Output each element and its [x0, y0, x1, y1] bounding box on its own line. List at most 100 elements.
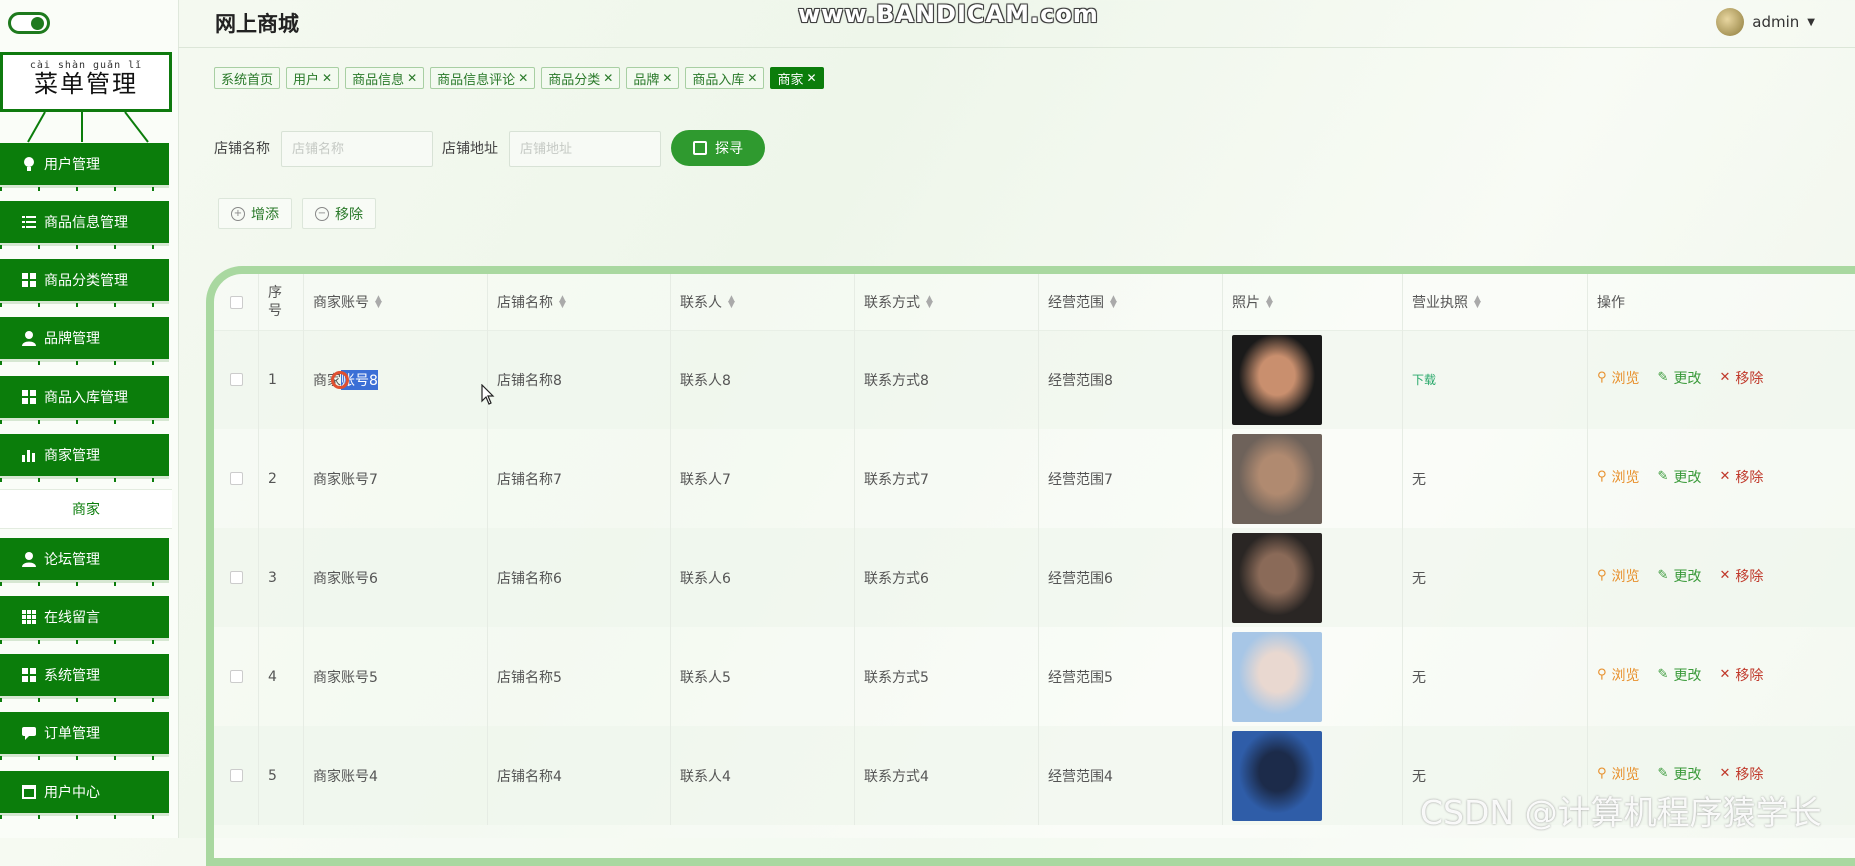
merchant-photo[interactable] — [1232, 532, 1322, 623]
row-number: 3 — [268, 569, 277, 586]
edit-button[interactable]: ✎ 更改 — [1658, 566, 1702, 586]
header-photo[interactable]: 照片 ▲ ▼ — [1223, 274, 1403, 330]
scope-text: 经营范围8 — [1048, 372, 1113, 389]
sidebar-item-7[interactable]: 在线留言 — [0, 596, 169, 644]
sidebar-item-2[interactable]: 商品分类管理 — [0, 259, 169, 307]
cell-phone: 联系方式6 — [855, 528, 1039, 627]
cell-ops: ⚲ 浏览 ✎ 更改 ✕ 移除 — [1588, 429, 1835, 528]
tab-5[interactable]: 品牌 ✕ — [626, 67, 680, 89]
sidebar-item-3[interactable]: 品牌管理 — [0, 317, 169, 365]
sort-icon: ▲ ▼ — [926, 294, 933, 310]
tab-3[interactable]: 商品信息评论 ✕ — [430, 67, 536, 89]
row-select-cell — [214, 330, 259, 429]
sidebar-item-9[interactable]: 订单管理 — [0, 712, 169, 760]
cell-shop: 店铺名称5 — [488, 627, 671, 726]
row-checkbox[interactable] — [229, 769, 243, 782]
sidebar-item-10[interactable]: 用户中心 — [0, 771, 169, 819]
header-scope[interactable]: 经营范围 ▲ ▼ — [1039, 274, 1223, 330]
sidebar-item-0[interactable]: 用户管理 — [0, 143, 169, 191]
cell-scope: 经营范围7 — [1039, 429, 1223, 528]
select-all-checkbox[interactable] — [229, 295, 243, 309]
close-icon[interactable]: ✕ — [407, 71, 417, 85]
view-button[interactable]: ⚲ 浏览 — [1597, 566, 1640, 586]
edit-button-label: 更改 — [1673, 766, 1702, 783]
merchant-photo[interactable] — [1232, 433, 1322, 524]
header-account[interactable]: 商家账号 ▲ ▼ — [304, 274, 488, 330]
close-icon[interactable]: ✕ — [662, 71, 672, 85]
tab-label: 商品信息评论 — [437, 72, 516, 88]
edit-button[interactable]: ✎ 更改 — [1658, 764, 1702, 784]
cell-ops: ⚲ 浏览 ✎ 更改 ✕ 移除 — [1588, 528, 1835, 627]
header-license[interactable]: 营业执照 ▲ ▼ — [1403, 274, 1588, 330]
close-icon[interactable]: ✕ — [603, 71, 613, 85]
header-shop[interactable]: 店铺名称 ▲ ▼ — [488, 274, 671, 330]
shop-address-input[interactable] — [509, 131, 661, 167]
edit-button[interactable]: ✎ 更改 — [1658, 368, 1702, 388]
delete-button[interactable]: ✕ 移除 — [1719, 665, 1763, 685]
shop-name-label: 店铺名称 — [214, 141, 270, 157]
sidebar-item-8[interactable]: 系统管理 — [0, 654, 169, 702]
tab-4[interactable]: 商品分类 ✕ — [541, 67, 621, 89]
tab-2[interactable]: 商品信息 ✕ — [345, 67, 425, 89]
shop-name-text: 店铺名称8 — [497, 372, 562, 389]
header-account-label: 商家账号 — [313, 295, 369, 311]
cell-no: 3 — [259, 528, 304, 627]
sidebar-item-4[interactable]: 商品入库管理 — [0, 376, 169, 424]
sort-icon: ▲ ▼ — [1474, 294, 1481, 310]
tab-0[interactable]: 系统首页 — [214, 67, 281, 89]
delete-button-label: 移除 — [1735, 766, 1764, 783]
cell-account: 商家账号6 — [304, 528, 488, 627]
remove-button[interactable]: − 移除 — [302, 198, 376, 229]
cell-contact: 联系人8 — [671, 330, 855, 429]
view-button[interactable]: ⚲ 浏览 — [1597, 368, 1640, 388]
row-checkbox[interactable] — [229, 472, 243, 485]
delete-button[interactable]: ✕ 移除 — [1719, 764, 1763, 784]
row-checkbox[interactable] — [229, 670, 243, 683]
header-phone[interactable]: 联系方式 ▲ ▼ — [855, 274, 1039, 330]
merchant-photo[interactable] — [1232, 334, 1322, 425]
search-button[interactable]: 探寻 — [671, 130, 765, 166]
tab-6[interactable]: 商品入库 ✕ — [685, 67, 765, 89]
edit-button[interactable]: ✎ 更改 — [1658, 665, 1702, 685]
row-number: 5 — [268, 767, 277, 784]
delete-button[interactable]: ✕ 移除 — [1719, 566, 1763, 586]
view-button[interactable]: ⚲ 浏览 — [1597, 665, 1640, 685]
sidebar-item-5[interactable]: 商家管理 — [0, 434, 169, 482]
mouse-cursor-icon — [481, 384, 495, 405]
view-button-label: 浏览 — [1611, 667, 1640, 684]
row-actions: ⚲ 浏览 ✎ 更改 ✕ 移除 — [1597, 368, 1763, 388]
merchant-photo[interactable] — [1232, 631, 1322, 722]
tab-7[interactable]: 商家 ✕ — [770, 67, 824, 89]
header-contact[interactable]: 联系人 ▲ ▼ — [671, 274, 855, 330]
cell-scope: 经营范围6 — [1039, 528, 1223, 627]
edit-button[interactable]: ✎ 更改 — [1658, 467, 1702, 487]
sidebar-item-6[interactable]: 论坛管理 — [0, 538, 169, 586]
sort-icon: ▲ ▼ — [375, 294, 382, 310]
tab-1[interactable]: 用户 ✕ — [286, 67, 340, 89]
close-icon[interactable]: ✕ — [807, 71, 817, 85]
close-icon[interactable]: ✕ — [322, 71, 332, 85]
contact-text: 联系人6 — [680, 570, 731, 587]
row-checkbox[interactable] — [229, 571, 243, 584]
add-button[interactable]: + 增添 — [218, 198, 292, 229]
license-text: 无 — [1412, 768, 1426, 785]
delete-button[interactable]: ✕ 移除 — [1719, 368, 1763, 388]
shop-name-input[interactable] — [281, 131, 433, 167]
delete-button[interactable]: ✕ 移除 — [1719, 467, 1763, 487]
user-menu[interactable]: admin ▼ — [1716, 8, 1815, 36]
sidebar-subitem-merchant[interactable]: 商家 — [0, 489, 172, 529]
view-button[interactable]: ⚲ 浏览 — [1597, 467, 1640, 487]
cell-no: 1 — [259, 330, 304, 429]
sidebar-item-1[interactable]: 商品信息管理 — [0, 201, 169, 249]
cell-license: 无 — [1403, 429, 1588, 528]
sidebar-toggle-switch[interactable] — [8, 12, 50, 34]
merchant-photo[interactable] — [1232, 730, 1322, 821]
view-button[interactable]: ⚲ 浏览 — [1597, 764, 1640, 784]
recording-watermark: www.BANDICAM.com — [798, 0, 1099, 28]
phone-text: 联系方式7 — [864, 471, 929, 488]
header-contact-label: 联系人 — [680, 295, 722, 311]
close-icon[interactable]: ✕ — [518, 71, 528, 85]
row-checkbox[interactable] — [229, 373, 243, 386]
license-download-link[interactable]: 下载 — [1412, 371, 1436, 388]
close-icon[interactable]: ✕ — [747, 71, 757, 85]
